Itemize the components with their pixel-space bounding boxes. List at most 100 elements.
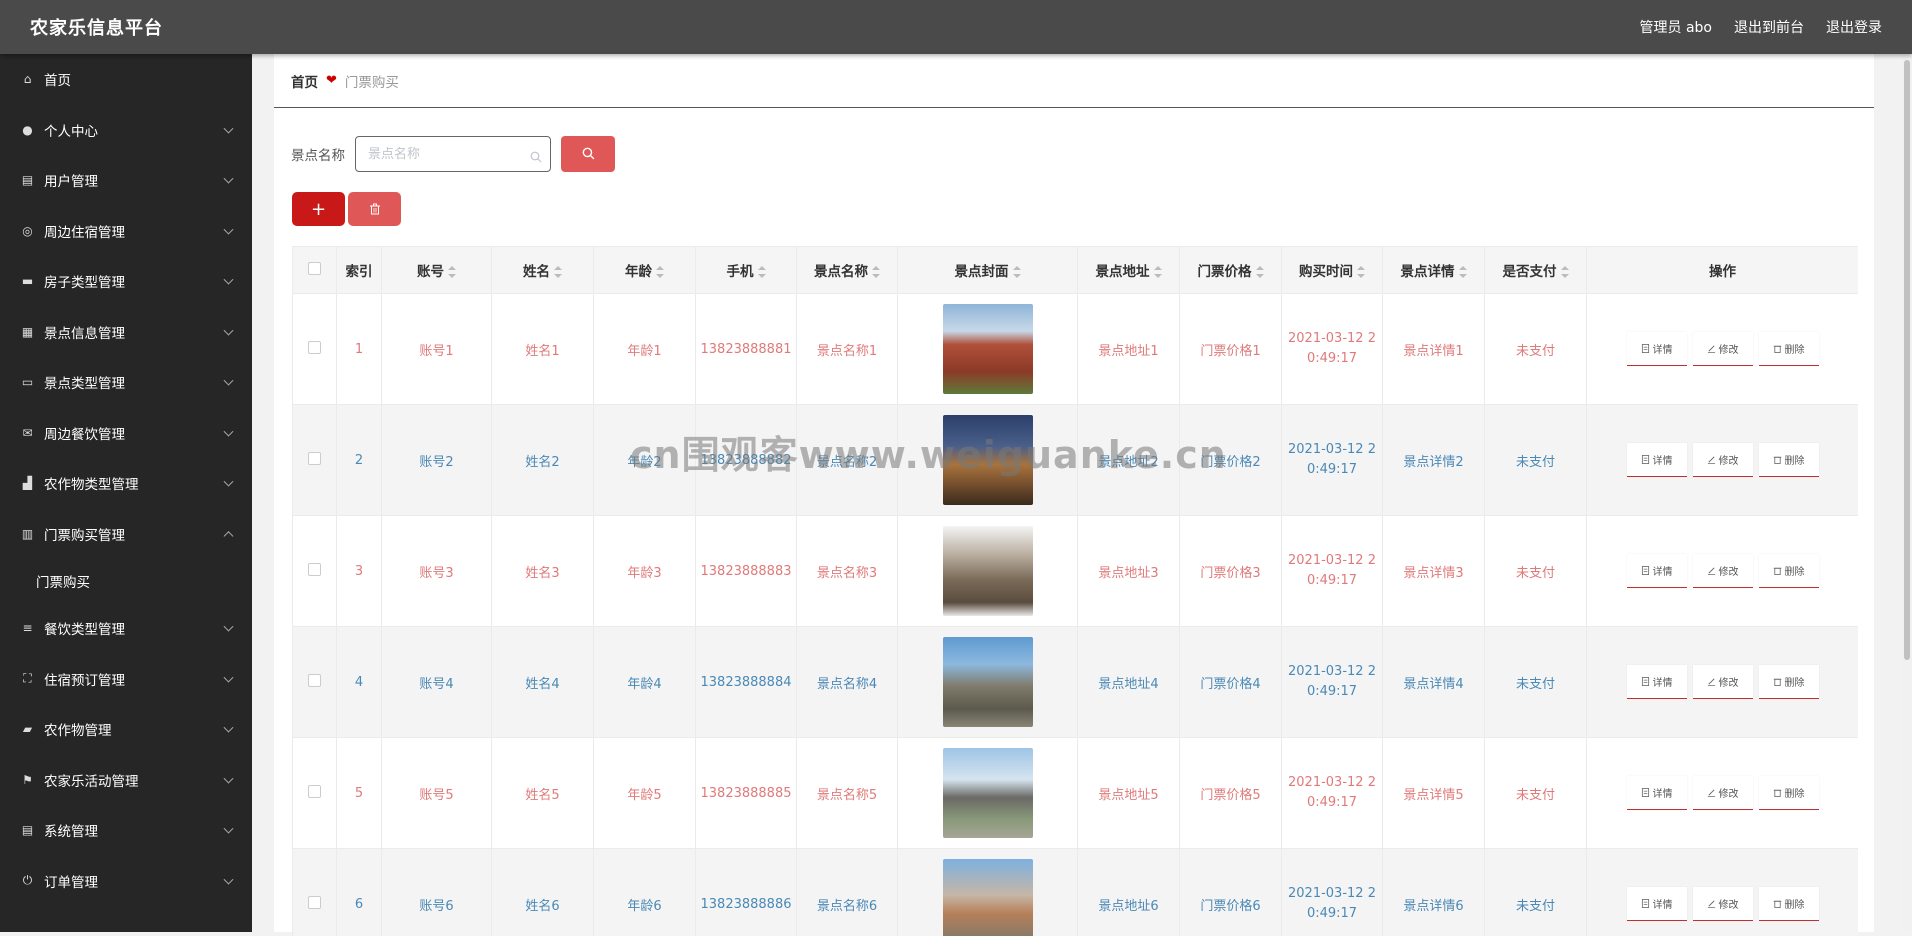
pencil-icon	[1707, 677, 1716, 686]
spot-cover-image[interactable]	[943, 859, 1033, 936]
delete-button[interactable]: 删除	[1759, 332, 1819, 366]
detail-button[interactable]: 详情	[1627, 332, 1687, 366]
select-all-checkbox[interactable]	[308, 262, 321, 275]
edit-button[interactable]: 修改	[1693, 554, 1753, 588]
sidebar-item[interactable]: ⌂首页	[0, 54, 252, 105]
col-phone[interactable]: 手机	[696, 247, 797, 294]
sort-icon[interactable]	[656, 266, 664, 278]
spot-cover-image[interactable]	[943, 637, 1033, 727]
col-spot-cover[interactable]: 景点封面	[898, 247, 1078, 294]
logout-link[interactable]: 退出登录	[1826, 17, 1882, 37]
chart-icon: ▥	[20, 526, 35, 541]
search-field[interactable]	[355, 136, 551, 172]
edit-button[interactable]: 修改	[1693, 332, 1753, 366]
spot-cover-image[interactable]	[943, 415, 1033, 505]
table-row[interactable]: 1账号1姓名1年龄113823888881景点名称1景点地址1门票价格12021…	[293, 294, 1859, 405]
batch-delete-button[interactable]	[348, 192, 401, 226]
cell-spot: 景点名称5	[797, 738, 898, 849]
sidebar-item[interactable]: ≡餐饮类型管理	[0, 603, 252, 654]
edit-button[interactable]: 修改	[1693, 665, 1753, 699]
sidebar-item[interactable]: ▰农作物管理	[0, 704, 252, 755]
detail-button[interactable]: 详情	[1627, 776, 1687, 810]
power-icon: ⏻	[20, 873, 35, 888]
cell-account: 账号2	[382, 405, 492, 516]
sidebar-item[interactable]: ▬房子类型管理	[0, 256, 252, 307]
sort-icon[interactable]	[554, 266, 562, 278]
sidebar-item[interactable]: ◎周边住宿管理	[0, 206, 252, 257]
table-row[interactable]: 5账号5姓名5年龄513823888885景点名称5景点地址5门票价格52021…	[293, 738, 1859, 849]
sidebar-item[interactable]: ▤系统管理	[0, 805, 252, 856]
edit-button[interactable]: 修改	[1693, 443, 1753, 477]
col-spot-address[interactable]: 景点地址	[1078, 247, 1180, 294]
row-checkbox[interactable]	[308, 452, 321, 465]
sidebar-item[interactable]: ⚑农家乐活动管理	[0, 755, 252, 806]
trash-icon	[1773, 677, 1782, 686]
scrollbar-thumb[interactable]	[1904, 60, 1910, 660]
spot-cover-image[interactable]	[943, 526, 1033, 616]
col-age[interactable]: 年龄	[594, 247, 696, 294]
row-select-cell	[293, 405, 337, 516]
delete-button[interactable]: 删除	[1759, 776, 1819, 810]
col-ticket-price[interactable]: 门票价格	[1180, 247, 1282, 294]
row-select-cell	[293, 516, 337, 627]
sidebar-item[interactable]: ●个人中心	[0, 105, 252, 156]
sort-icon[interactable]	[758, 266, 766, 278]
pencil-icon	[1707, 455, 1716, 464]
delete-button[interactable]: 删除	[1759, 665, 1819, 699]
row-checkbox[interactable]	[308, 785, 321, 798]
sort-icon[interactable]	[1357, 266, 1365, 278]
cell-index: 4	[337, 627, 382, 738]
search-button[interactable]	[561, 136, 615, 172]
search-input[interactable]	[368, 147, 518, 162]
row-checkbox[interactable]	[308, 674, 321, 687]
sidebar-item[interactable]: ▤用户管理	[0, 155, 252, 206]
cell-actions: 详情修改删除	[1587, 405, 1859, 516]
col-spot-detail[interactable]: 景点详情	[1383, 247, 1485, 294]
col-name[interactable]: 姓名	[492, 247, 594, 294]
edit-button[interactable]: 修改	[1693, 776, 1753, 810]
sort-icon[interactable]	[1013, 266, 1021, 278]
sidebar-item[interactable]: ⏻订单管理	[0, 856, 252, 907]
sort-icon[interactable]	[1256, 266, 1264, 278]
submenu-item-ticket-purchase[interactable]: 门票购买	[0, 559, 252, 603]
sort-icon[interactable]	[448, 266, 456, 278]
page-scrollbar[interactable]	[1902, 54, 1912, 932]
sort-icon[interactable]	[1561, 266, 1569, 278]
sort-icon[interactable]	[872, 266, 880, 278]
spot-cover-image[interactable]	[943, 304, 1033, 394]
table-row[interactable]: 3账号3姓名3年龄313823888883景点名称3景点地址3门票价格32021…	[293, 516, 1859, 627]
spot-cover-image[interactable]	[943, 748, 1033, 838]
table-row[interactable]: 2账号2姓名2年龄213823888882景点名称2景点地址2门票价格22021…	[293, 405, 1859, 516]
delete-button[interactable]: 删除	[1759, 887, 1819, 921]
sidebar-item[interactable]: ⛶住宿预订管理	[0, 654, 252, 705]
sort-icon[interactable]	[1459, 266, 1467, 278]
detail-button[interactable]: 详情	[1627, 887, 1687, 921]
col-spot-name[interactable]: 景点名称	[797, 247, 898, 294]
edit-button[interactable]: 修改	[1693, 887, 1753, 921]
sidebar-item-label: 周边餐饮管理	[44, 423, 125, 443]
table-row[interactable]: 6账号6姓名6年龄613823888886景点名称6景点地址6门票价格62021…	[293, 849, 1859, 936]
sidebar-item[interactable]: ▦景点信息管理	[0, 307, 252, 358]
delete-button[interactable]: 删除	[1759, 554, 1819, 588]
pencil-icon	[1707, 899, 1716, 908]
sidebar-item[interactable]: ▭景点类型管理	[0, 357, 252, 408]
col-account[interactable]: 账号	[382, 247, 492, 294]
delete-button[interactable]: 删除	[1759, 443, 1819, 477]
row-checkbox[interactable]	[308, 896, 321, 909]
col-purchase-time[interactable]: 购买时间	[1282, 247, 1383, 294]
row-checkbox[interactable]	[308, 563, 321, 576]
sort-icon[interactable]	[1154, 266, 1162, 278]
detail-button[interactable]: 详情	[1627, 554, 1687, 588]
sidebar-item[interactable]: ▥门票购买管理	[0, 509, 252, 560]
exit-to-front-link[interactable]: 退出到前台	[1734, 17, 1804, 37]
row-checkbox[interactable]	[308, 341, 321, 354]
sidebar-item[interactable]: ✉周边餐饮管理	[0, 408, 252, 459]
add-button[interactable]: +	[292, 192, 345, 226]
detail-button[interactable]: 详情	[1627, 443, 1687, 477]
sidebar-item[interactable]: ▟农作物类型管理	[0, 458, 252, 509]
cell-account: 账号3	[382, 516, 492, 627]
col-paid[interactable]: 是否支付	[1485, 247, 1587, 294]
breadcrumb-home[interactable]: 首页	[291, 71, 318, 91]
detail-button[interactable]: 详情	[1627, 665, 1687, 699]
table-row[interactable]: 4账号4姓名4年龄413823888884景点名称4景点地址4门票价格42021…	[293, 627, 1859, 738]
